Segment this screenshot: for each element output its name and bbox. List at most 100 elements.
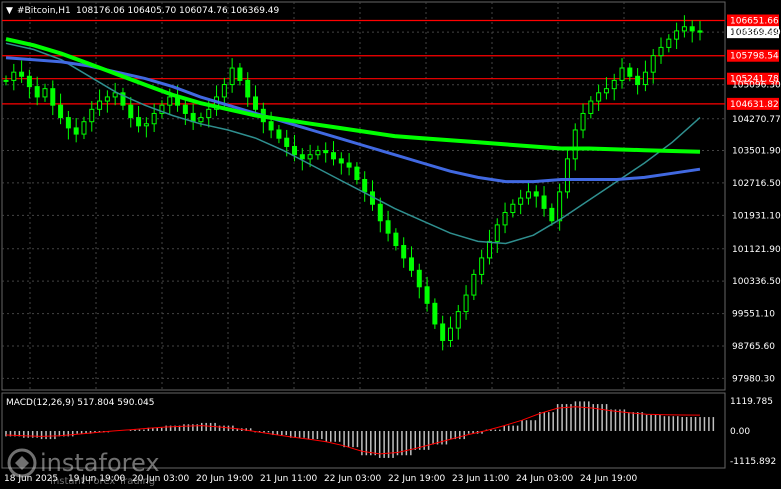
candle-body [393,232,399,247]
candle-body [541,195,547,209]
candle-body [354,166,360,180]
candle-body [268,121,274,131]
candle-body [658,46,664,57]
candle-body [518,197,524,205]
candle-body [627,67,633,77]
candle-body [533,191,539,197]
candle-body [323,150,329,154]
time-tick-label: 23 Jun 11:00 [452,474,509,484]
candle-body [346,162,352,168]
candle-body [112,92,118,98]
time-tick-label: 22 Jun 03:00 [324,474,381,484]
candle-body [151,112,157,125]
candle-body [50,88,56,106]
candle-body [221,84,227,98]
candle-body [237,67,243,81]
price-tick-label: 104270.77 [732,115,781,125]
candle-body [596,92,602,102]
price-tick-label: 103501.90 [732,147,781,157]
ohlc-label: 108176.06 106405.70 106074.76 106369.49 [76,6,280,16]
candle-body [549,207,555,222]
macd-tick-label: 0.00 [730,427,750,437]
price-tick-label: 105096.30 [732,81,781,91]
candle-body [494,224,500,242]
candle-body [502,212,508,226]
price-tick-label: 101121.90 [732,245,781,255]
level-label: 104631.82 [730,100,779,110]
candle-body [104,96,110,102]
time-tick-label: 22 Jun 19:00 [388,474,445,484]
candle-body [619,67,625,81]
candle-body [681,26,687,32]
time-tick-label: 24 Jun 19:00 [580,474,637,484]
candle-body [97,100,103,110]
macd-tick-label: -1115.892 [730,457,776,467]
candle-body [432,302,438,325]
candle-body [81,121,87,135]
candle-body [479,257,485,275]
candle-body [307,154,313,160]
candle-body [674,30,680,40]
candle-body [635,75,641,86]
price-tick-label: 100336.50 [732,277,781,287]
price-tick-label: 102716.50 [732,179,781,189]
macd-label: MACD(12,26,9) 517.804 590.045 [6,398,155,408]
candle-body [229,67,235,86]
price-tick-label: 106369.49 [732,28,781,38]
candle-body [26,75,32,88]
candle-body [455,311,461,329]
candle-body [424,286,430,304]
candle-body [65,117,71,129]
candle-body [276,129,282,139]
candle-body [666,38,672,48]
candle-body [89,108,95,123]
level-label: 105798.54 [730,52,779,62]
chart-dropdown-icon[interactable]: ▼ [6,6,13,16]
candle-body [447,327,453,341]
trading-chart[interactable]: 106651.66105798.54105241.78104631.821063… [0,0,781,489]
candle-body [253,96,259,110]
candle-body [167,96,173,106]
price-tick-label: 99551.10 [732,310,775,320]
watermark-brand: instaforex [40,449,160,477]
candle-body [401,245,407,259]
candle-body [136,117,142,127]
candle-body [284,137,290,147]
candle-body [650,55,656,73]
candle-body [697,30,703,33]
candle-body [338,158,344,164]
candle-body [588,100,594,114]
candle-body [34,86,40,98]
candle-body [182,104,188,114]
price-tick-label: 98765.60 [732,342,775,352]
candle-body [416,269,422,288]
candle-body [128,104,134,119]
candle-body [198,117,204,123]
candle-body [299,154,305,160]
candle-body [11,71,17,81]
candle-body [525,191,531,199]
time-tick-label: 21 Jun 11:00 [260,474,317,484]
candle-body [73,127,79,135]
candle-body [471,273,477,296]
candle-body [245,79,251,98]
candle-body [611,79,617,90]
level-label: 106651.66 [730,17,779,27]
candle-body [292,145,298,156]
watermark-tagline: Instant Forex Trading [50,476,155,487]
macd-tick-label: 1119.785 [730,397,773,407]
candle-body [331,152,337,160]
candle-body [385,220,391,234]
time-tick-label: 24 Jun 03:00 [516,474,573,484]
candle-body [564,158,570,193]
candle-body [557,191,563,222]
candle-body [19,71,25,77]
candle-body [486,240,492,259]
candle-body [440,323,446,341]
candle-body [603,88,609,94]
time-tick-label: 20 Jun 19:00 [196,474,253,484]
candle-body [3,79,9,82]
candle-body [572,129,578,160]
symbol-label: #Bitcoin,H1 [17,6,71,16]
candle-body [42,88,48,98]
